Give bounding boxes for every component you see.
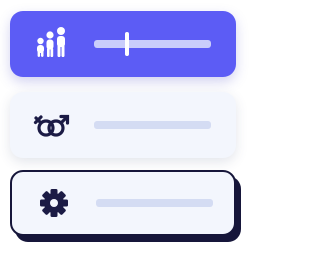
settings-menu xyxy=(0,0,256,256)
menu-item-family[interactable] xyxy=(10,11,236,77)
setting-slider-track[interactable] xyxy=(94,40,211,48)
menu-item-gender[interactable] xyxy=(10,92,236,158)
gender-symbols-icon xyxy=(32,105,72,145)
gear-icon xyxy=(34,183,74,223)
setting-value-bar xyxy=(94,121,211,129)
setting-value-bar xyxy=(96,199,213,207)
family-icon xyxy=(32,24,72,64)
setting-slider-handle[interactable] xyxy=(124,32,129,56)
menu-item-settings[interactable] xyxy=(10,170,236,236)
